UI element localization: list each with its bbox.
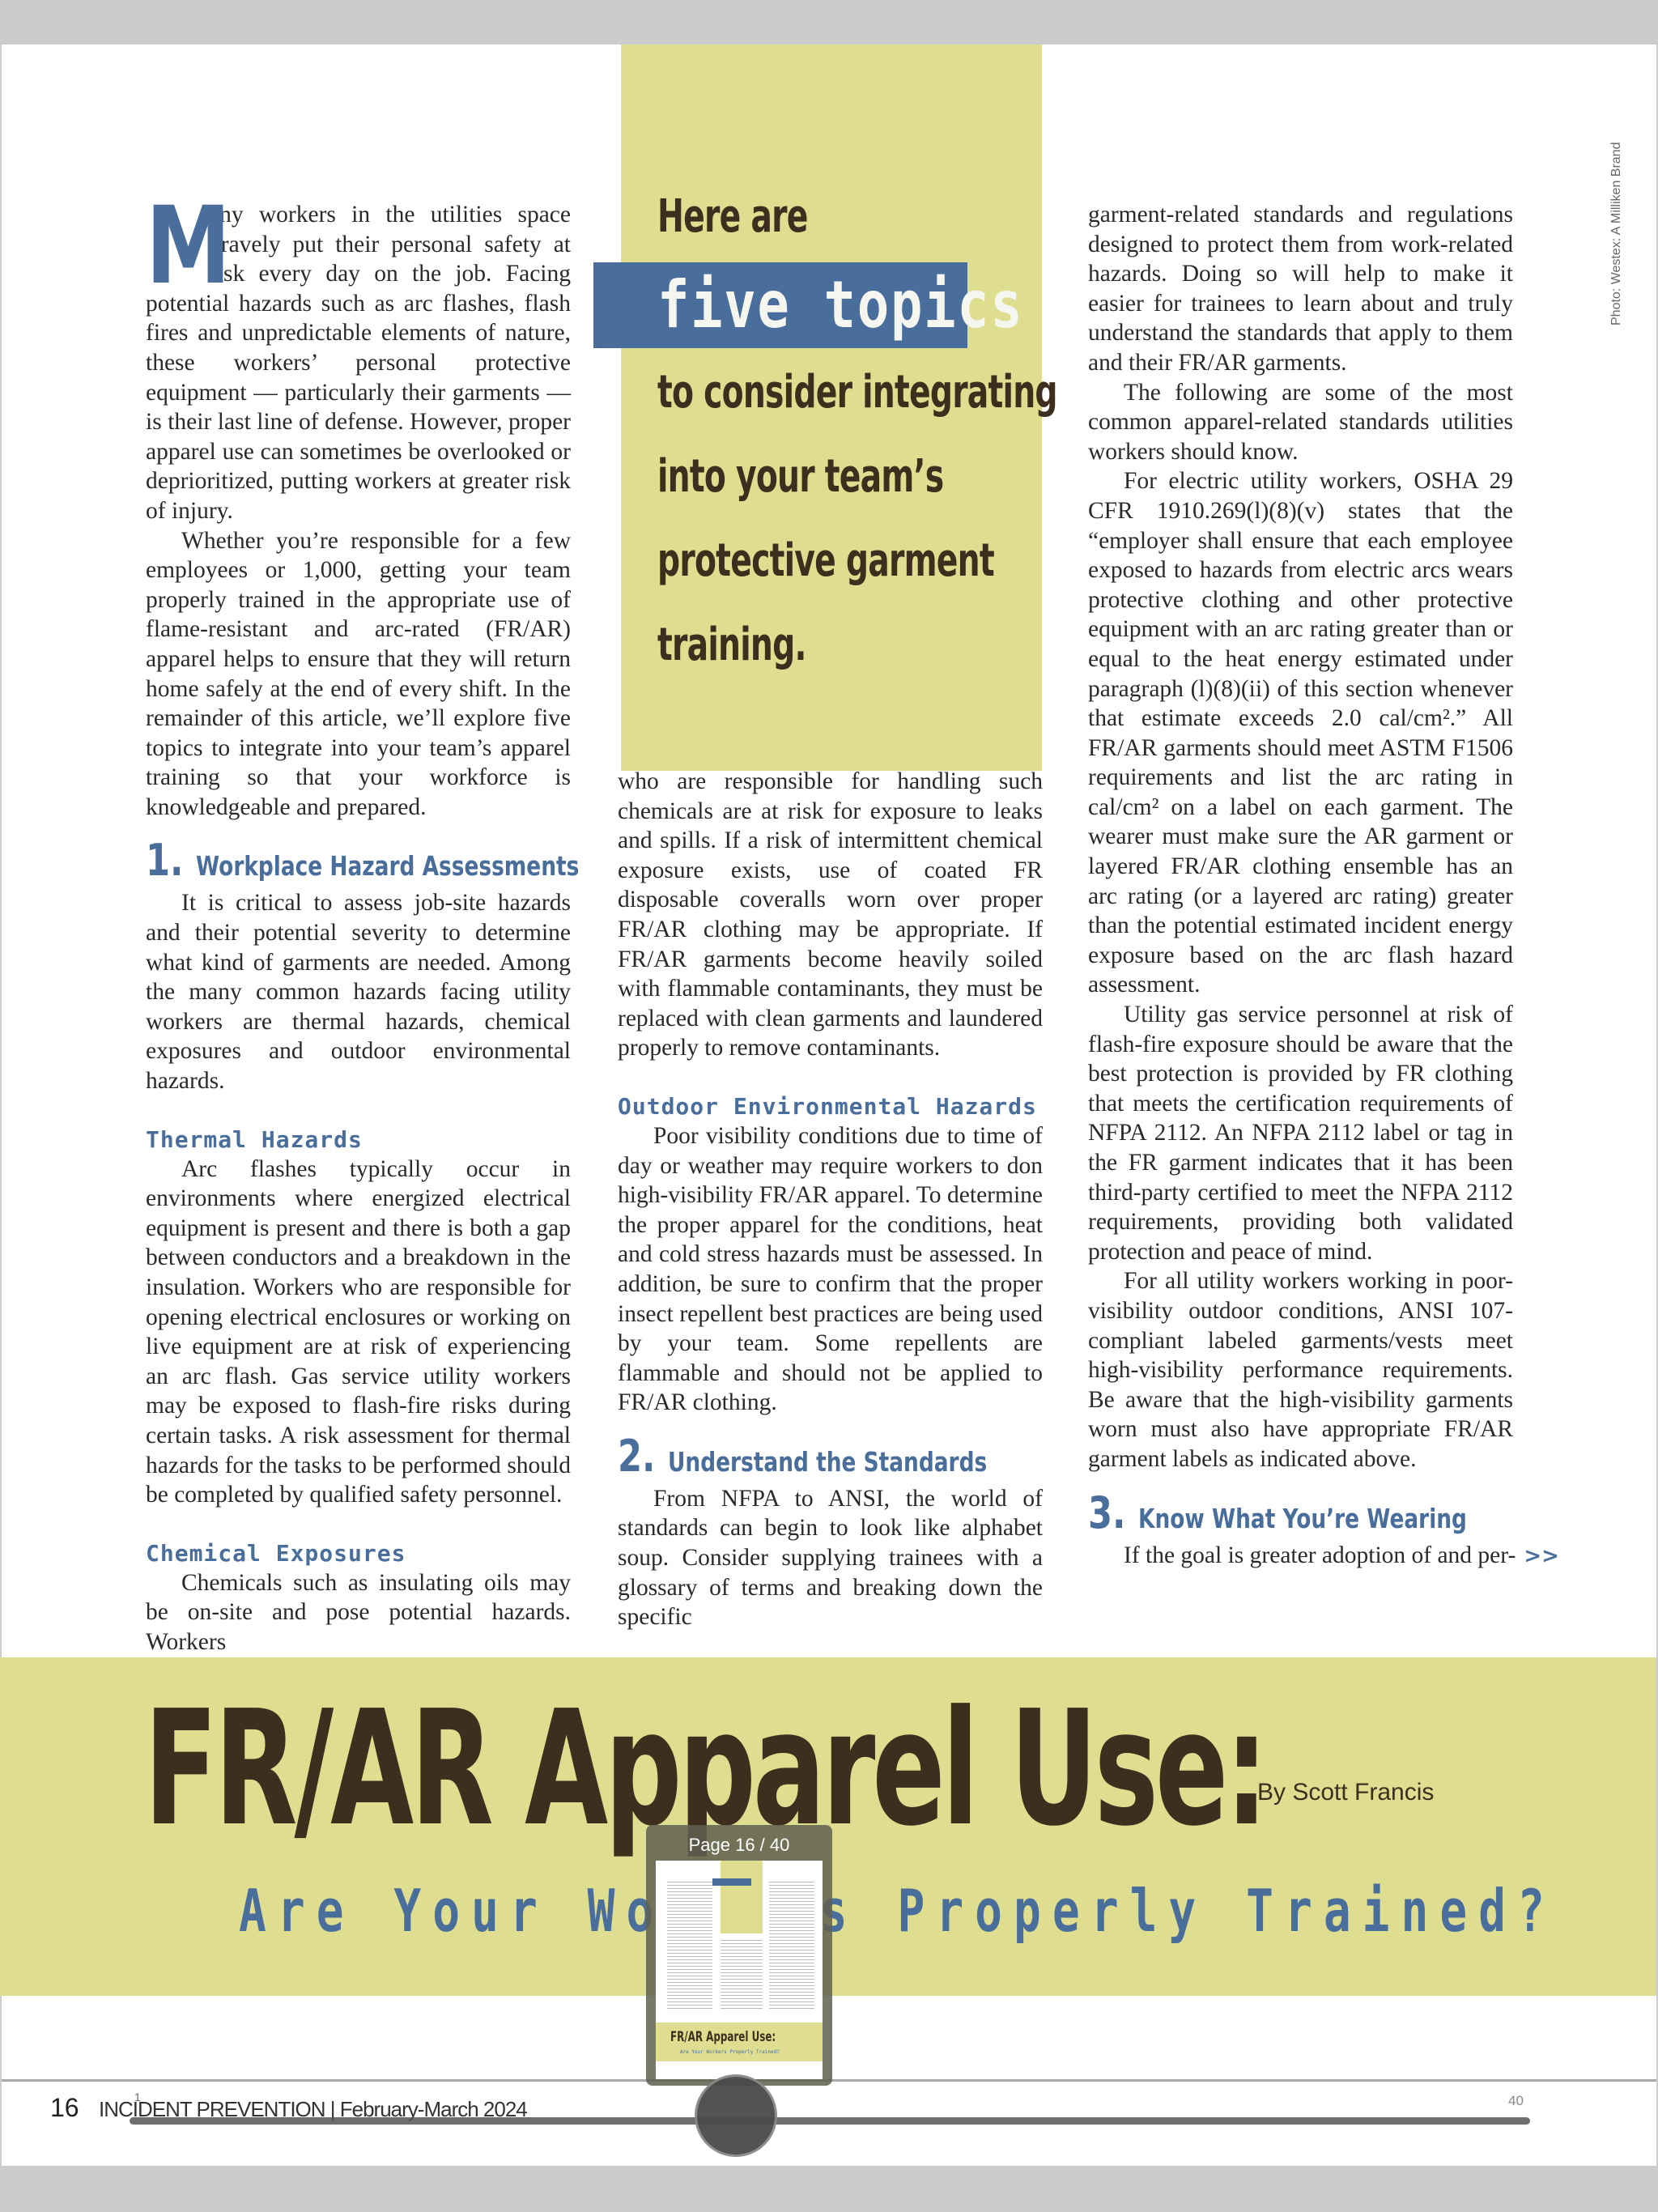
pull-quote-line: Here are	[657, 190, 808, 243]
photo-credit: Photo: Westex: A Milliken Brand	[1609, 123, 1634, 325]
page-slider-min-label: 1	[134, 2091, 141, 2104]
byline: By Scott Francis	[1257, 1779, 1435, 1806]
section-1-paragraph: It is critical to assess job-site hazard…	[146, 890, 571, 1095]
thermal-paragraph: Arc flashes typically occur in environme…	[146, 1155, 571, 1508]
section-2-paragraph-4: Utility gas service personnel at risk of…	[1088, 1002, 1513, 1265]
article-column-2: who are responsible for handling such ch…	[618, 767, 1043, 1632]
pull-quote-line: protective garment	[657, 534, 995, 587]
subheading-outdoor-hazards: Outdoor Environmental Hazards	[618, 1092, 1037, 1120]
subheading-chemical-exposures: Chemical Exposures	[146, 1539, 406, 1567]
page-slider-track[interactable]	[130, 2117, 1530, 2125]
section-2-paragraph-continued: garment-related standards and regulation…	[1088, 202, 1513, 376]
thumbnail-pull-quote	[721, 1861, 763, 1933]
pull-quote-line: training.	[657, 619, 806, 671]
section-2-paragraph: From NFPA to ANSI, the world of standard…	[618, 1485, 1043, 1631]
page-preview-popup: Page 16 / 40 FR/AR Apparel Use: Are Your…	[646, 1825, 832, 2086]
intro-paragraph-2: Whether you’re responsible for a few emp…	[146, 527, 571, 820]
article-column-1: Many workers in the utilities space brav…	[146, 184, 580, 1657]
section-heading-3: 3. Know What You’re Wearing	[1088, 1487, 1468, 1538]
chemical-paragraph: Chemicals such as insulating oils may be…	[146, 1569, 571, 1655]
article-subtitle: Are Your Workers Properly Trained?	[239, 1877, 1556, 1945]
page-slider-thumb[interactable]	[695, 2074, 777, 2157]
thumbnail-text-column	[667, 1882, 712, 2011]
page-preview-thumbnail: FR/AR Apparel Use: Are Your Workers Prop…	[656, 1861, 823, 2079]
section-heading-1: 1. Workplace Hazard Assessments	[146, 835, 580, 887]
thumbnail-title: FR/AR Apparel Use:	[670, 2029, 776, 2045]
section-2-paragraph-2: The following are some of the most commo…	[1088, 379, 1513, 465]
page-preview-label: Page 16 / 40	[688, 1835, 790, 1855]
section-3-paragraph: If the goal is greater adoption of and p…	[1124, 1542, 1559, 1568]
outdoor-paragraph: Poor visibility conditions due to time o…	[618, 1122, 1043, 1416]
drop-cap: M	[146, 184, 232, 308]
page-number: 16	[50, 2093, 79, 2122]
pull-quote-line: to consider integrating	[657, 366, 1058, 419]
article-column-3: garment-related standards and regulation…	[1088, 200, 1559, 1571]
section-2-paragraph-3: For electric utility workers, OSHA 29 CF…	[1088, 468, 1513, 998]
thumbnail-text-column	[721, 1940, 763, 2011]
chemical-paragraph-continued: who are responsible for handling such ch…	[618, 768, 1043, 1061]
thumbnail-text-column	[769, 1882, 814, 2011]
intro-paragraph: Many workers in the utilities space brav…	[146, 184, 571, 524]
photo-credit-text: Photo: Westex: A Milliken Brand	[1609, 142, 1623, 325]
continue-arrows-icon: >>	[1524, 1543, 1559, 1568]
pull-quote-line: into your team’s	[657, 450, 944, 503]
pull-quote-highlight: five topics	[657, 267, 1024, 342]
section-2-paragraph-5: For all utility workers working in poor-…	[1088, 1268, 1513, 1472]
thumbnail-subtitle: Are Your Workers Properly Trained?	[680, 2049, 780, 2055]
thumbnail-highlight	[712, 1878, 751, 1886]
subheading-thermal-hazards: Thermal Hazards	[146, 1125, 363, 1153]
page-slider-max-label: 40	[1508, 2093, 1524, 2108]
section-heading-2: 2. Understand the Standards	[618, 1430, 988, 1482]
